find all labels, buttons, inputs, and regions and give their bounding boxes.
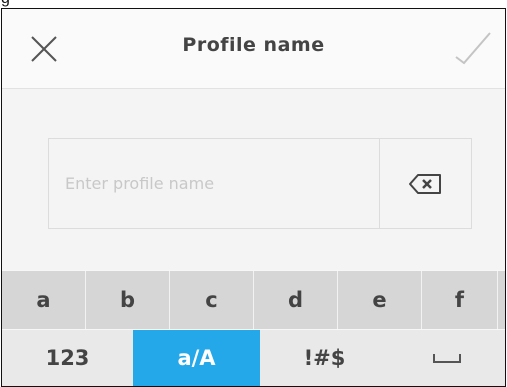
key-symbols-mode[interactable]: !#$ — [260, 330, 389, 386]
confirm-button[interactable] — [450, 29, 494, 69]
key-b[interactable]: b — [86, 271, 170, 329]
profile-name-screen: Profile name a b c d e f — [1, 8, 506, 387]
figure-caption: g — [0, 0, 507, 8]
key-e[interactable]: e — [338, 271, 422, 329]
space-icon — [433, 354, 461, 363]
close-icon — [31, 36, 57, 62]
key-partial — [498, 271, 505, 329]
content-area — [2, 89, 505, 270]
key-numbers-mode[interactable]: 123 — [2, 330, 133, 386]
backspace-button[interactable] — [380, 139, 471, 228]
figure-caption-text: g — [1, 0, 10, 7]
backspace-icon — [409, 174, 441, 194]
letter-key-row: a b c d e f — [2, 271, 505, 329]
check-icon — [455, 32, 491, 65]
key-c[interactable]: c — [170, 271, 254, 329]
key-d[interactable]: d — [254, 271, 338, 329]
key-space[interactable] — [389, 330, 505, 386]
key-f[interactable]: f — [422, 271, 498, 329]
page-title: Profile name — [182, 34, 325, 56]
key-letters-mode[interactable]: a/A — [133, 330, 260, 386]
key-a[interactable]: a — [2, 271, 86, 329]
close-button[interactable] — [24, 29, 64, 69]
mode-key-row: 123 a/A !#$ — [2, 330, 505, 386]
header-bar: Profile name — [2, 9, 505, 89]
profile-name-input-box — [48, 138, 472, 229]
profile-name-input[interactable] — [49, 139, 379, 228]
